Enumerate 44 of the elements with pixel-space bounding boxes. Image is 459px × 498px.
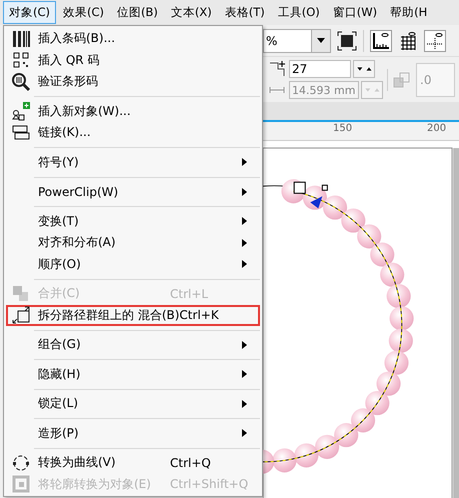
break-apart-icon: [11, 305, 31, 326]
ruler-label: 200: [427, 123, 446, 134]
outline-object-icon: [11, 474, 31, 494]
grid-icon[interactable]: [398, 30, 418, 50]
offset-icon: [392, 70, 412, 90]
fit-page-icon[interactable]: [337, 30, 357, 50]
barcode-icon: [11, 28, 31, 49]
menu-item[interactable]: PowerClip(W): [6, 181, 260, 202]
menu-bar-item[interactable]: 窗口(W): [326, 1, 384, 24]
caret-icon: [317, 38, 325, 43]
menu-bar-item[interactable]: 文本(X): [164, 1, 218, 24]
menu-item[interactable]: 对齐和分布(A): [6, 232, 260, 254]
menu-item[interactable]: 转换为曲线(V) Ctrl+Q: [6, 452, 260, 474]
menu-bar-item[interactable]: 位图(B): [111, 1, 164, 24]
menu-item[interactable]: 组合(G): [6, 334, 260, 356]
menu-item[interactable]: 变换(T): [6, 210, 260, 232]
magnifier-icon: [11, 72, 31, 92]
menu-bar-item[interactable]: 对象(C): [3, 1, 56, 24]
menu-item[interactable]: 造形(P): [6, 422, 260, 444]
menu-item[interactable]: 顺序(O): [6, 254, 260, 275]
combine-icon: [11, 284, 31, 304]
menu-item[interactable]: 锁定(L): [6, 393, 260, 414]
menu-item[interactable]: 符号(Y): [6, 152, 260, 173]
insert-object-icon: [11, 101, 31, 122]
menu-item[interactable]: 插入 QR 码: [6, 50, 260, 71]
menu-bar-item[interactable]: 工具(O): [272, 1, 326, 24]
qr-code-icon: [11, 50, 31, 70]
curve-circle-icon: [11, 452, 31, 473]
guidelines-icon[interactable]: [424, 30, 446, 52]
menu-bar-item[interactable]: 表格(T): [218, 1, 271, 24]
blend-steps-icon: [267, 59, 287, 79]
steps-field[interactable]: 27: [289, 60, 351, 78]
zoom-dropdown[interactable]: %: [263, 28, 331, 52]
menu-item[interactable]: 验证条形码: [6, 71, 260, 92]
menu-item[interactable]: 插入新对象(W)...: [6, 100, 260, 122]
spinner-icon[interactable]: [353, 60, 375, 78]
ruler-icon[interactable]: [370, 30, 392, 52]
ruler-label: 150: [333, 123, 352, 134]
menu-bar-item[interactable]: 帮助(H: [384, 1, 434, 24]
menu-item[interactable]: 链接(K)...: [6, 122, 260, 144]
menu-item[interactable]: 拆分路径群组上的 混合(B)Ctrl+K: [6, 304, 260, 326]
menu-item[interactable]: 插入条码(B)...: [6, 28, 260, 50]
menu-bar-item[interactable]: 效果(C): [57, 1, 110, 24]
menu-item[interactable]: 隐藏(H): [6, 364, 260, 385]
